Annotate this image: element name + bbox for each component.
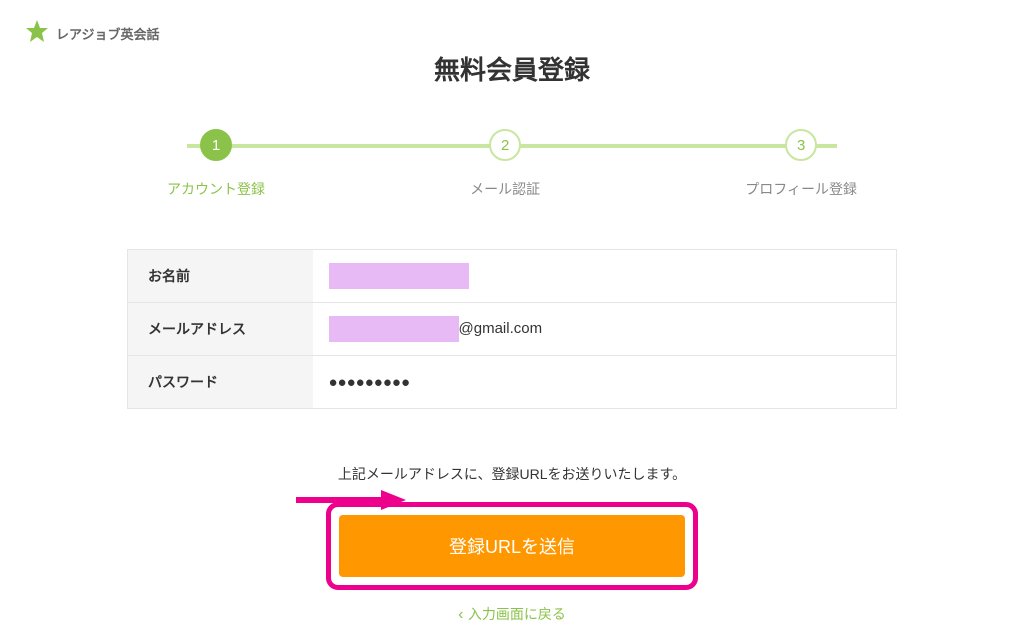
page-title: 無料会員登録: [127, 50, 897, 87]
step-3-label: プロフィール登録: [745, 179, 857, 199]
step-3: 3 プロフィール登録: [745, 129, 857, 199]
step-2-circle: 2: [489, 129, 521, 161]
step-2: 2 メール認証: [470, 129, 540, 199]
back-link[interactable]: 入力画面に戻る: [127, 604, 897, 624]
progress-stepper: 1 アカウント登録 2 メール認証 3 プロフィール登録: [167, 129, 857, 199]
password-label: パスワード: [128, 356, 313, 409]
email-label: メールアドレス: [128, 303, 313, 356]
footer-area: 上記メールアドレスに、登録URLをお送りいたします。 登録URLを送信 入力画面…: [127, 464, 897, 624]
footer-note: 上記メールアドレスに、登録URLをお送りいたします。: [127, 464, 897, 484]
step-3-circle: 3: [785, 129, 817, 161]
email-value: @gmail.com: [313, 303, 897, 356]
row-email: メールアドレス @gmail.com: [128, 303, 897, 356]
brand-logo[interactable]: レアジョブ英会話: [22, 18, 159, 48]
star-person-icon: [22, 18, 52, 48]
confirmation-table: お名前 メールアドレス @gmail.com パスワード ●●●●●●●●●: [127, 249, 897, 409]
brand-name: レアジョブ英会話: [56, 24, 159, 43]
row-name: お名前: [128, 250, 897, 303]
name-redacted: [329, 263, 469, 289]
row-password: パスワード ●●●●●●●●●: [128, 356, 897, 409]
step-1: 1 アカウント登録: [167, 129, 265, 199]
step-1-label: アカウント登録: [167, 179, 265, 199]
password-value: ●●●●●●●●●: [313, 356, 897, 409]
name-label: お名前: [128, 250, 313, 303]
submit-button[interactable]: 登録URLを送信: [339, 515, 685, 577]
step-1-circle: 1: [200, 129, 232, 161]
submit-highlight-frame: 登録URLを送信: [326, 502, 698, 590]
email-redacted: [329, 316, 459, 342]
step-2-label: メール認証: [470, 179, 540, 199]
email-suffix: @gmail.com: [459, 320, 543, 337]
name-value: [313, 250, 897, 303]
